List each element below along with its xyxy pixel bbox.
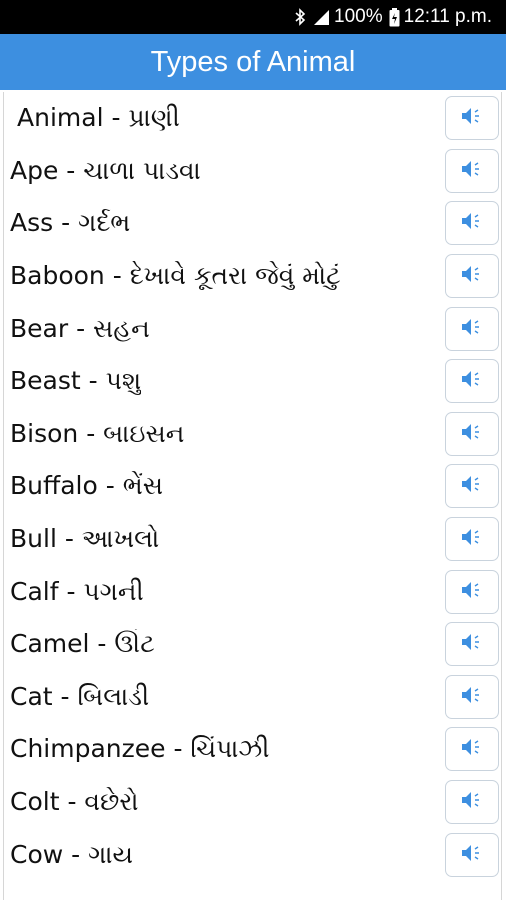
animal-translation: Buffalo - ભેંસ	[10, 471, 163, 501]
battery-icon	[389, 7, 400, 27]
list-item[interactable]: Colt - વછેરો	[4, 776, 501, 829]
speak-button[interactable]	[445, 306, 499, 351]
speaker-icon	[459, 579, 485, 605]
speaker-icon	[459, 684, 485, 710]
animal-translation: Chimpanzee - ચિંપાઝી	[10, 734, 270, 764]
speaker-icon	[459, 789, 485, 815]
list-item[interactable]: Animal - પ્રાણી	[4, 92, 501, 145]
animal-list[interactable]: Animal - પ્રાણી Ape - ચાળા પાડવા Ass - ગર્…	[3, 92, 502, 900]
animal-translation: Colt - વછેરો	[10, 787, 139, 817]
speaker-icon	[459, 473, 485, 499]
speak-button[interactable]	[445, 96, 499, 141]
animal-translation: Baboon - દેખાવે કૂતરા જેવું મોટું	[10, 261, 341, 291]
list-item[interactable]: Ass - ગર્દભ	[4, 197, 501, 250]
animal-translation: Cow - ગાય	[10, 839, 133, 869]
speak-button[interactable]	[445, 569, 499, 614]
speaker-icon	[459, 421, 485, 447]
list-item[interactable]: Bison - બાઇસન	[4, 408, 501, 461]
speak-button[interactable]	[445, 201, 499, 246]
animal-translation: Bison - બાઇસન	[10, 418, 185, 448]
animal-translation: Bear - સહન	[10, 313, 150, 343]
speak-button[interactable]	[445, 359, 499, 404]
animal-translation: Bull - આખલો	[10, 524, 160, 554]
speaker-icon	[459, 526, 485, 552]
speaker-icon	[459, 316, 485, 342]
animal-translation: Cat - બિલાડી	[10, 681, 150, 711]
speak-button[interactable]	[445, 780, 499, 825]
list-item[interactable]: Cow - ગાય	[4, 828, 501, 881]
speaker-icon	[459, 368, 485, 394]
list-item[interactable]: Camel - ઊંટ	[4, 618, 501, 671]
speak-button[interactable]	[445, 674, 499, 719]
clock: 12:11 p.m.	[403, 6, 492, 27]
list-item[interactable]: Chimpanzee - ચિંપાઝી	[4, 723, 501, 776]
speaker-icon	[459, 210, 485, 236]
speak-button[interactable]	[445, 727, 499, 772]
signal-icon	[312, 8, 330, 26]
speaker-icon	[459, 158, 485, 184]
animal-translation: Camel - ઊંટ	[10, 629, 155, 659]
animal-translation: Ass - ગર્દભ	[10, 208, 131, 238]
list-item[interactable]: Beast - પશુ	[4, 355, 501, 408]
speak-button[interactable]	[445, 832, 499, 877]
speaker-icon	[459, 631, 485, 657]
animal-translation: Beast - પશુ	[10, 366, 142, 396]
list-item[interactable]: Calf - પગની	[4, 565, 501, 618]
list-item[interactable]: Bear - સહન	[4, 302, 501, 355]
animal-translation: Calf - પગની	[10, 576, 144, 606]
speaker-icon	[459, 736, 485, 762]
speak-button[interactable]	[445, 254, 499, 299]
animal-translation: Animal - પ્રાણી	[17, 103, 180, 133]
status-bar: 100% 12:11 p.m.	[0, 0, 506, 34]
list-item[interactable]: Cat - બિલાડી	[4, 671, 501, 724]
app-bar: Types of Animal	[0, 34, 506, 90]
speak-button[interactable]	[445, 622, 499, 667]
speak-button[interactable]	[445, 517, 499, 562]
bluetooth-icon	[294, 8, 306, 26]
list-item[interactable]: Ape - ચાળા પાડવા	[4, 145, 501, 198]
page-title: Types of Animal	[150, 45, 356, 78]
list-item[interactable]: Buffalo - ભેંસ	[4, 460, 501, 513]
animal-translation: Ape - ચાળા પાડવા	[10, 155, 201, 185]
speaker-icon	[459, 263, 485, 289]
speak-button[interactable]	[445, 464, 499, 509]
speak-button[interactable]	[445, 148, 499, 193]
speaker-icon	[459, 105, 485, 131]
list-item[interactable]: Bull - આખલો	[4, 513, 501, 566]
speak-button[interactable]	[445, 411, 499, 456]
battery-percent: 100%	[334, 6, 383, 27]
speaker-icon	[459, 842, 485, 868]
list-item[interactable]: Baboon - દેખાવે કૂતરા જેવું મોટું	[4, 250, 501, 303]
